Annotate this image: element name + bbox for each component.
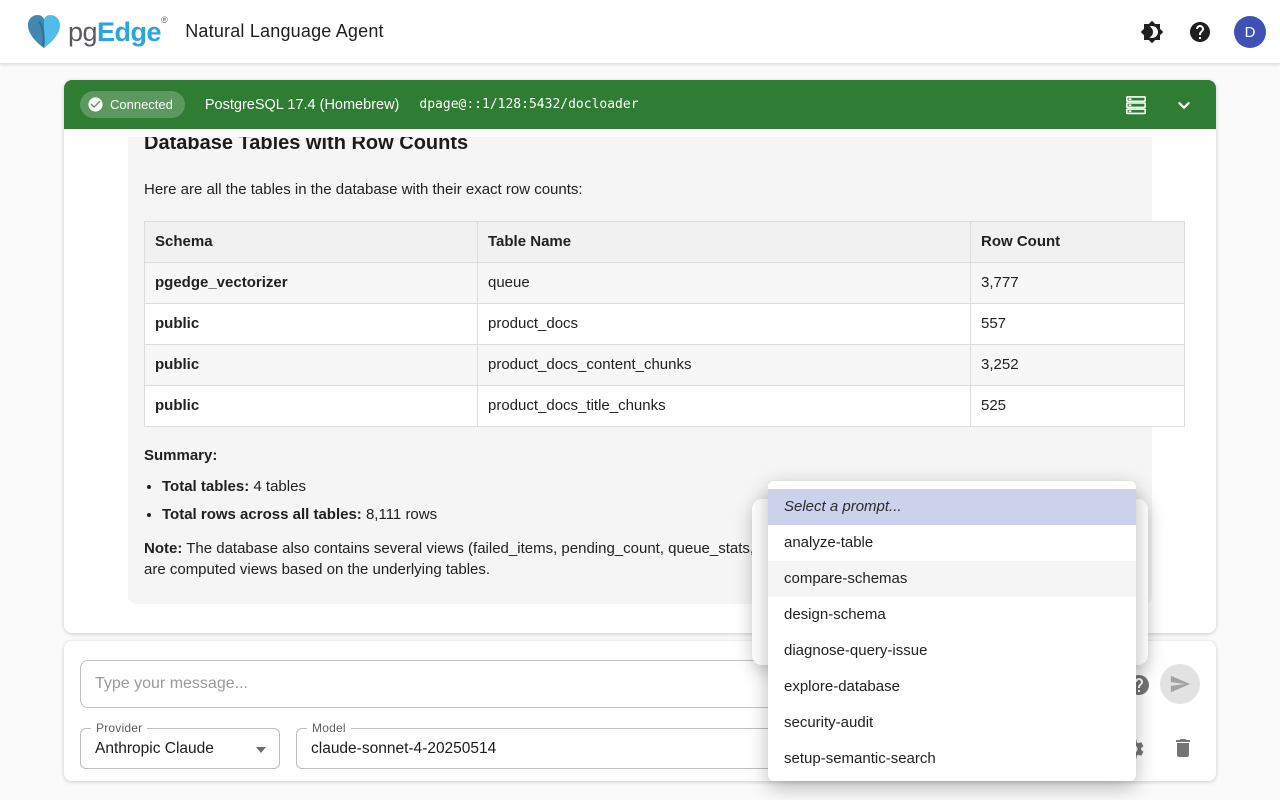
table-name-cell: product_docs_content_chunks	[478, 345, 971, 386]
pgedge-logo-icon	[22, 12, 66, 52]
summary-label: Summary:	[144, 447, 1136, 464]
table-name-cell: product_docs	[478, 304, 971, 345]
table-name-cell: queue	[478, 263, 971, 304]
table-column-header: Schema	[145, 222, 478, 263]
connection-expand-button[interactable]	[1170, 91, 1198, 119]
user-avatar[interactable]: D	[1234, 16, 1266, 48]
theme-toggle-button[interactable]	[1138, 18, 1166, 46]
schema-cell: pgedge_vectorizer	[145, 263, 478, 304]
table-row: publicproduct_docs557	[145, 304, 1185, 345]
prompt-menu-item[interactable]: security-audit	[768, 705, 1136, 741]
prompt-menu-item[interactable]: explore-database	[768, 669, 1136, 705]
message-intro: Here are all the tables in the database …	[144, 179, 1136, 200]
table-row: pgedge_vectorizerqueue3,777	[145, 263, 1185, 304]
connection-status-text: Connected	[110, 97, 173, 112]
page-title: Natural Language Agent	[185, 21, 384, 42]
select-arrow-icon	[256, 747, 266, 753]
row-count-cell: 525	[971, 386, 1185, 427]
results-table-body: pgedge_vectorizerqueue3,777publicproduct…	[145, 263, 1185, 427]
pgedge-logo-text: pgEdge®	[68, 15, 167, 48]
message-heading: Database Tables with Row Counts	[144, 137, 1136, 157]
connection-bar: Connected PostgreSQL 17.4 (Homebrew) dpa…	[64, 80, 1216, 129]
help-icon	[1188, 20, 1212, 44]
header-actions: D	[1138, 0, 1266, 64]
prompt-menu-item[interactable]: compare-schemas	[768, 561, 1136, 597]
pgedge-logo: pgEdge®	[22, 12, 167, 52]
chevron-down-icon	[1173, 94, 1195, 116]
help-button[interactable]	[1186, 18, 1214, 46]
model-label: Model	[307, 721, 351, 735]
results-table: SchemaTable NameRow Count pgedge_vectori…	[144, 221, 1185, 427]
connection-list-button[interactable]	[1122, 91, 1150, 119]
table-column-header: Row Count	[971, 222, 1185, 263]
provider-select[interactable]: Provider Anthropic Claude	[80, 728, 280, 769]
server-version: PostgreSQL 17.4 (Homebrew)	[205, 97, 400, 113]
clear-chat-button[interactable]	[1171, 736, 1195, 763]
storage-icon	[1125, 94, 1147, 116]
table-header-row: SchemaTable NameRow Count	[145, 222, 1185, 263]
check-circle-icon	[87, 96, 104, 113]
table-row: publicproduct_docs_content_chunks3,252	[145, 345, 1185, 386]
connection-string: dpage@::1/128:5432/docloader	[419, 97, 638, 112]
row-count-cell: 3,252	[971, 345, 1185, 386]
send-icon	[1169, 673, 1191, 695]
connection-actions	[1122, 80, 1198, 129]
prompt-menu-item[interactable]: diagnose-query-issue	[768, 633, 1136, 669]
table-column-header: Table Name	[478, 222, 971, 263]
prompt-menu-item[interactable]: setup-semantic-search	[768, 741, 1136, 777]
prompt-menu-item[interactable]: design-schema	[768, 597, 1136, 633]
table-name-cell: product_docs_title_chunks	[478, 386, 971, 427]
prompt-menu-placeholder[interactable]: Select a prompt...	[768, 489, 1136, 525]
table-row: publicproduct_docs_title_chunks525	[145, 386, 1185, 427]
app-header: pgEdge® Natural Language Agent D	[0, 0, 1280, 64]
row-count-cell: 557	[971, 304, 1185, 345]
trash-icon	[1171, 736, 1195, 760]
row-count-cell: 3,777	[971, 263, 1185, 304]
schema-cell: public	[145, 386, 478, 427]
provider-label: Provider	[91, 721, 147, 735]
prompt-menu: Select a prompt...analyze-tablecompare-s…	[768, 481, 1136, 781]
send-button[interactable]	[1160, 664, 1200, 704]
schema-cell: public	[145, 345, 478, 386]
brightness-icon	[1140, 20, 1164, 44]
schema-cell: public	[145, 304, 478, 345]
prompt-menu-item[interactable]: analyze-table	[768, 525, 1136, 561]
connection-status-badge: Connected	[80, 91, 185, 118]
